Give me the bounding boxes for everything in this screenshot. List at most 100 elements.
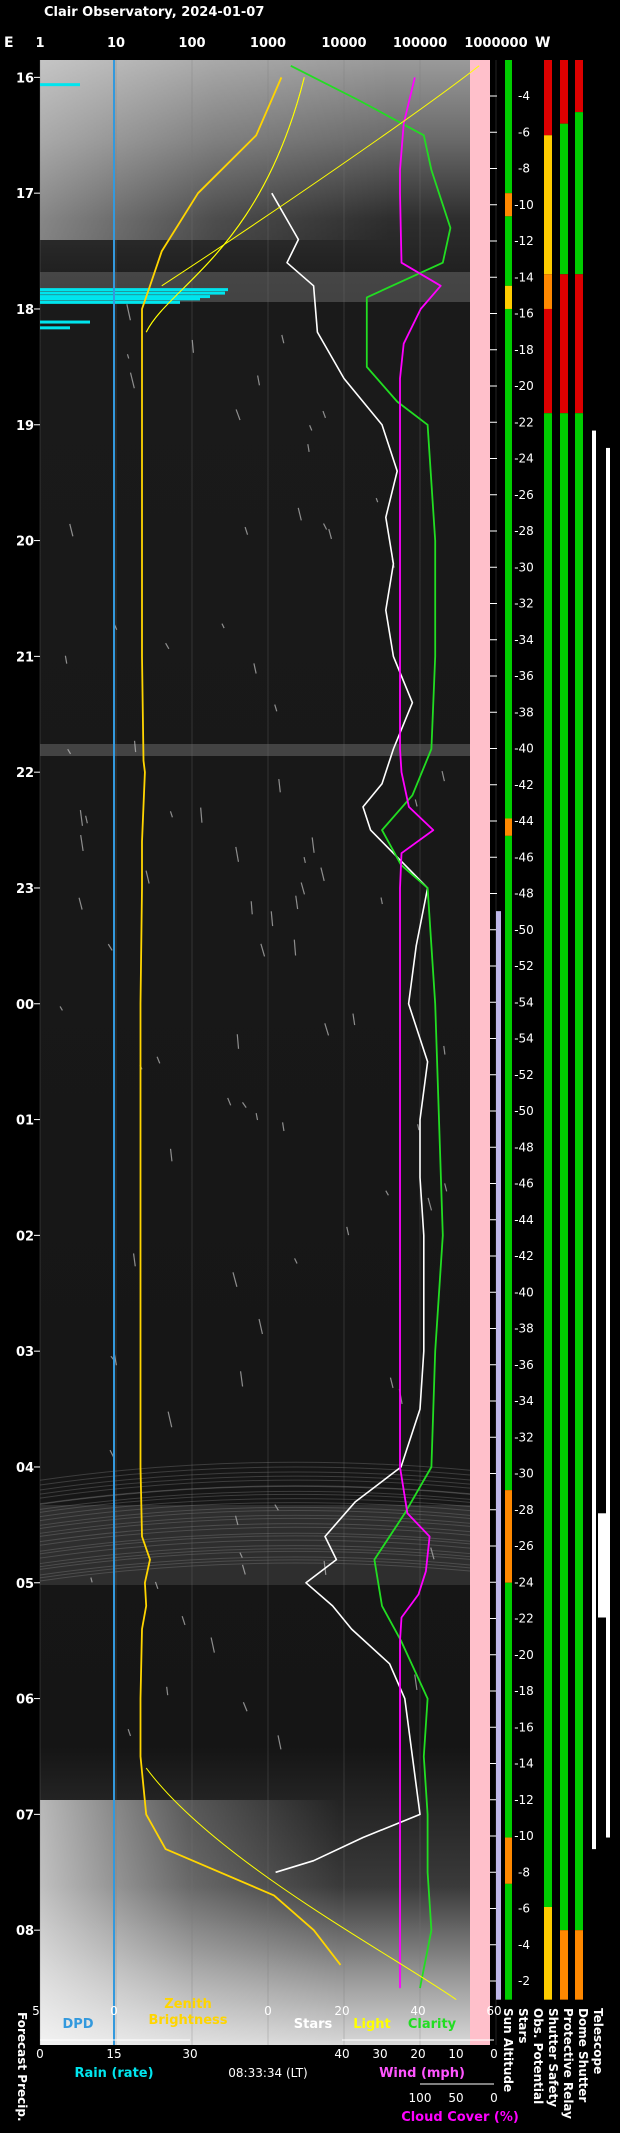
sun-altitude-label: -26 <box>514 488 534 502</box>
rain-spike <box>40 300 180 304</box>
wind-tick-20: 20 <box>410 2047 425 2061</box>
status-column-label: Obs. Potential <box>531 2008 545 2104</box>
time-label: 03 <box>16 1345 34 1360</box>
sun-altitude-label: -20 <box>514 1648 534 1662</box>
sun-altitude-label: -20 <box>514 379 534 393</box>
status-segment <box>544 308 552 414</box>
status-segment <box>505 835 512 1491</box>
dome-shutter-bar <box>592 430 596 1850</box>
status-column-labels: Sun Altitude Stars Obs. Potential Shutter S… <box>501 2008 605 2119</box>
status-segment <box>505 1490 512 1583</box>
rain-spike <box>40 288 228 292</box>
status-segment <box>544 60 552 136</box>
time-label: 06 <box>16 1693 34 1708</box>
status-column-label: Protective Relay <box>561 2008 575 2119</box>
status-segment <box>575 413 583 1931</box>
status-column-label: Dome Shutter <box>576 2008 590 2102</box>
dpd-label: DPD <box>62 2017 93 2032</box>
time-label: 04 <box>16 1461 34 1476</box>
dusk-twilight-glow <box>40 60 390 240</box>
zenith-label-line2: Brightness <box>148 2013 227 2028</box>
status-segment <box>560 1930 568 2000</box>
sun-altitude-label: -48 <box>514 1140 534 1154</box>
sun-altitude-label: -6 <box>518 125 530 139</box>
time-label: 23 <box>16 882 34 897</box>
sun-altitude-label: -52 <box>514 1068 534 1082</box>
sun-altitude-label: -4 <box>518 1938 530 1952</box>
sun-altitude-label: -4 <box>518 89 530 103</box>
sun-altitude-label: -22 <box>514 1612 534 1626</box>
rain-spike <box>40 291 225 295</box>
telescope-bar <box>606 447 610 1838</box>
status-bars <box>496 60 610 2000</box>
sun-altitude-label: -52 <box>514 959 534 973</box>
zenith-tick-0: 0 <box>264 2004 272 2018</box>
status-segment <box>560 123 568 275</box>
top-axis-label: 100000 <box>393 36 447 51</box>
cloud-cover-label: Cloud Cover (%) <box>401 2110 519 2125</box>
rain-tick-0: 0 <box>36 2047 44 2061</box>
sun-altitude-label: -32 <box>514 1430 534 1444</box>
sun-altitude-label: -54 <box>514 995 534 1009</box>
status-segment <box>505 1883 512 2000</box>
time-label: 05 <box>16 1577 34 1592</box>
rain-spike <box>40 320 90 324</box>
sun-altitude-label: -44 <box>514 1213 534 1227</box>
time-label: 17 <box>16 187 34 202</box>
sun-altitude-label: -18 <box>514 343 534 357</box>
status-segment <box>505 1582 512 1838</box>
pink-band-gap <box>470 356 490 646</box>
rain-spike <box>40 83 80 87</box>
status-segment <box>505 216 512 286</box>
cloud-tick-50: 50 <box>448 2091 463 2105</box>
sun-altitude-label: -24 <box>514 1575 534 1589</box>
status-segment <box>544 274 552 309</box>
cloud-tick-100: 100 <box>409 2091 432 2105</box>
wind-tick-10: 10 <box>448 2047 463 2061</box>
status-segment <box>560 274 568 414</box>
sun-altitude-label: -12 <box>514 234 534 248</box>
sun-altitude-label: -46 <box>514 1177 534 1191</box>
sun-altitude-label: -14 <box>514 270 534 284</box>
time-label: 19 <box>16 419 34 434</box>
clarity-label: Clarity <box>408 2017 457 2032</box>
sun-altitude-label: -30 <box>514 560 534 574</box>
sun-altitude-label: -8 <box>518 1865 530 1879</box>
status-segment <box>575 112 583 275</box>
rain-spike <box>40 297 200 301</box>
sun-altitude-label: -14 <box>514 1757 534 1771</box>
sun-altitude-label: -46 <box>514 850 534 864</box>
sun-altitude-label: -10 <box>514 1829 534 1843</box>
time-label: 02 <box>16 1229 34 1244</box>
sun-altitude-label: -40 <box>514 1285 534 1299</box>
sun-altitude-label: -40 <box>514 742 534 756</box>
sun-altitude-label: -16 <box>514 1720 534 1734</box>
sun-altitude-label: -48 <box>514 887 534 901</box>
top-axis-label: 10 <box>107 36 125 51</box>
sun-altitude-label: -18 <box>514 1684 534 1698</box>
all-sky-image <box>40 60 490 2045</box>
sun-altitude-label: -38 <box>514 705 534 719</box>
sun-altitude-label: -12 <box>514 1793 534 1807</box>
stars-tick-60: 60 <box>486 2004 501 2018</box>
sun-altitude-label: -54 <box>514 1032 534 1046</box>
wind-tick-30: 30 <box>372 2047 387 2061</box>
sun-altitude-label: -42 <box>514 1249 534 1263</box>
status-column-label: Stars <box>516 2008 530 2044</box>
top-axis-label: 100 <box>178 36 205 51</box>
time-label: 21 <box>16 650 34 665</box>
top-axis-label: 1000 <box>250 36 286 51</box>
status-segment <box>575 60 583 113</box>
status-segment <box>575 274 583 414</box>
time-label: 18 <box>16 303 34 318</box>
stars-tick-40: 40 <box>410 2004 425 2018</box>
sun-altitude-label: -30 <box>514 1467 534 1481</box>
time-label: 20 <box>16 535 34 550</box>
cloud-band-2150 <box>40 744 490 756</box>
rain-tick-15: 15 <box>106 2047 121 2061</box>
rain-label: Rain (rate) <box>74 2066 153 2081</box>
time-label: 22 <box>16 766 34 781</box>
stars-indicator-bar <box>496 911 501 2000</box>
status-segment <box>505 308 512 819</box>
rain-spike <box>40 326 70 330</box>
